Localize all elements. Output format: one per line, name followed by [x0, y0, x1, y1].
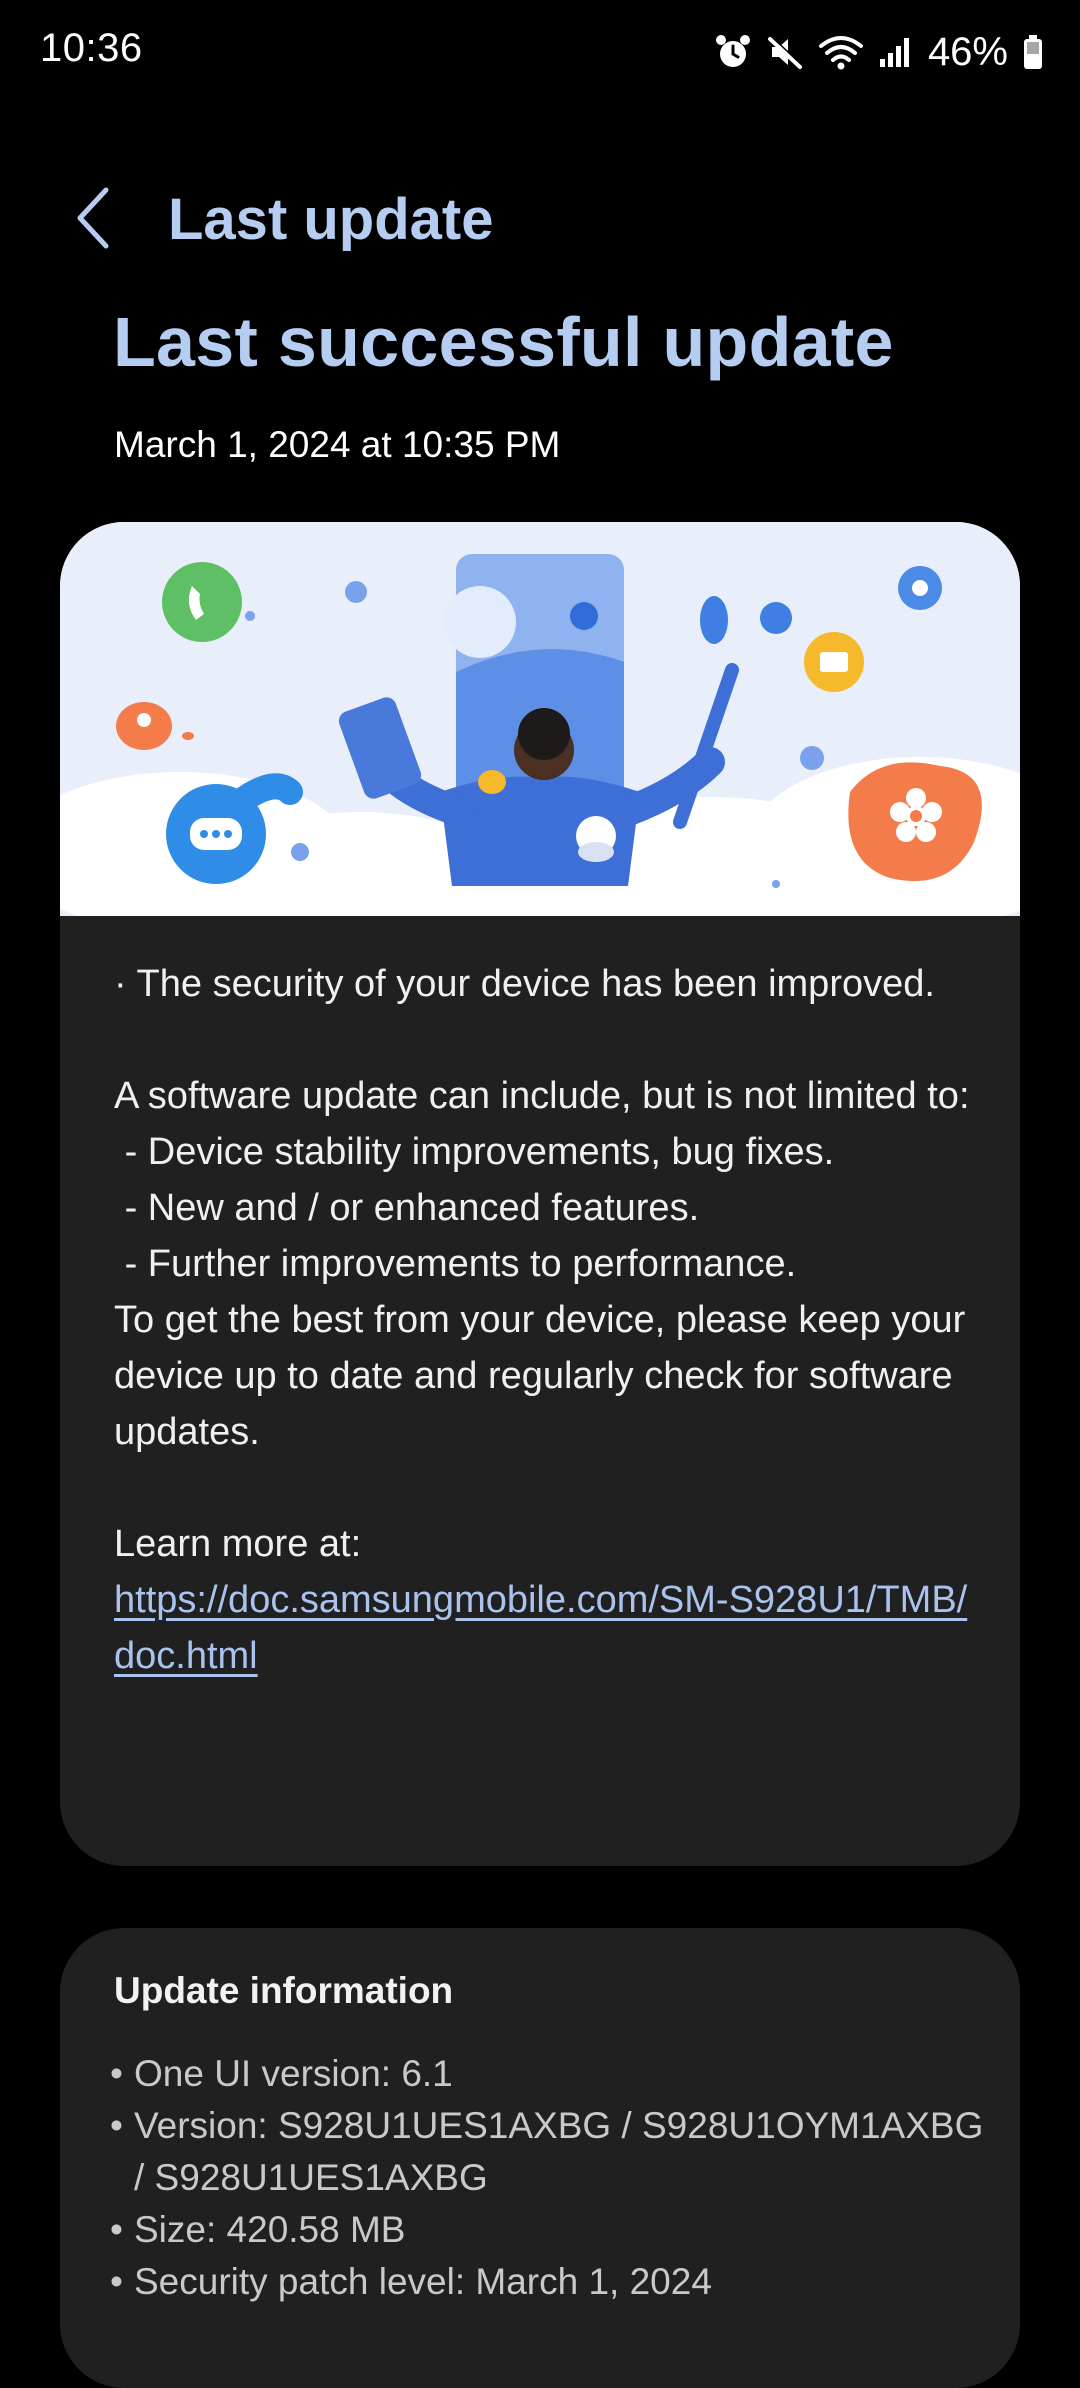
header-title: Last update: [168, 187, 494, 252]
signal-icon: [878, 33, 912, 71]
release-note-line: A software update can include, but is no…: [114, 1075, 970, 1117]
battery-percentage: 46%: [927, 29, 1008, 74]
update-information-list: One UI version: 6.1 Version: S928U1UES1A…: [110, 2048, 990, 2308]
release-note-line: To get the best from your device, please…: [114, 1299, 976, 1453]
release-notes-card: · The security of your device has been i…: [60, 522, 1020, 1866]
status-icons: 46%: [714, 28, 1044, 76]
update-date: March 1, 2024 at 10:35 PM: [114, 424, 561, 465]
status-bar: 10:36 46%: [0, 0, 1080, 104]
release-note-line: · The security of your device has been i…: [114, 963, 935, 1005]
learn-more-link[interactable]: https://doc.samsungmobile.com/SM-S928U1/…: [114, 1572, 984, 1684]
update-size: Size: 420.58 MB: [110, 2204, 990, 2256]
app-header: Last update: [0, 170, 1080, 270]
release-notes: · The security of your device has been i…: [114, 956, 984, 1684]
status-time: 10:36: [40, 26, 143, 70]
alarm-icon: [714, 33, 752, 71]
mute-icon: [766, 33, 804, 71]
release-note-line: - Further improvements to performance.: [114, 1243, 797, 1285]
update-information-title: Update information: [114, 1970, 454, 2011]
battery-icon: [1022, 33, 1044, 71]
release-note-line: - New and / or enhanced features.: [114, 1187, 700, 1229]
learn-more-label: Learn more at:: [114, 1523, 362, 1565]
wifi-icon: [818, 33, 864, 71]
update-information-card: Update information One UI version: 6.1 V…: [60, 1928, 1020, 2388]
software-update-illustration: [60, 522, 1020, 952]
software-version: Version: S928U1UES1AXBG / S928U1OYM1AXBG…: [110, 2100, 990, 2204]
security-patch-level: Security patch level: March 1, 2024: [110, 2256, 990, 2308]
page-title: Last successful update: [113, 303, 894, 381]
back-button[interactable]: [58, 184, 130, 256]
release-note-line: - Device stability improvements, bug fix…: [114, 1131, 835, 1173]
one-ui-version: One UI version: 6.1: [110, 2048, 990, 2100]
chevron-left-icon: [74, 186, 114, 255]
